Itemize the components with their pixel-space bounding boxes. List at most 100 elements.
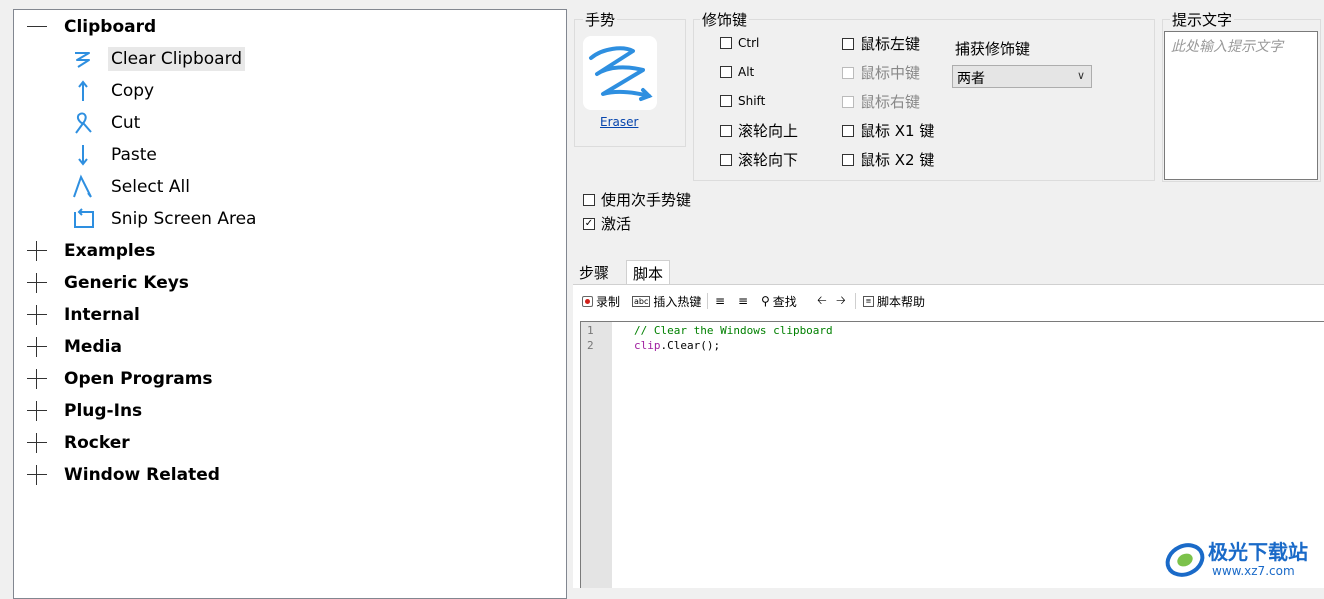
tree-category-label: Internal bbox=[64, 305, 140, 325]
gesture-preview[interactable] bbox=[583, 36, 657, 110]
tree-category-label: Examples bbox=[64, 241, 156, 261]
checkbox-icon bbox=[583, 193, 595, 206]
rectangle-gesture-icon bbox=[74, 208, 94, 228]
checkbox-shift[interactable]: Shift bbox=[720, 94, 765, 108]
indent-icon: ≡ bbox=[715, 294, 726, 308]
expand-icon[interactable] bbox=[26, 432, 48, 454]
checkbox-icon bbox=[720, 95, 732, 107]
keyboard-icon: abc bbox=[632, 295, 651, 307]
checkbox-label: Shift bbox=[738, 94, 766, 108]
checkbox-icon bbox=[842, 95, 854, 108]
expand-icon[interactable] bbox=[26, 240, 48, 262]
tree-item-label: Select All bbox=[111, 177, 190, 197]
hint-placeholder: 此处输入提示文字 bbox=[1171, 39, 1283, 55]
hint-group-title: 提示文字 bbox=[1170, 9, 1235, 30]
select-value: 两者 bbox=[957, 71, 985, 87]
checkbox-mouse-middle: 鼠标中键 bbox=[842, 62, 920, 83]
checkbox-ctrl[interactable]: Ctrl bbox=[720, 36, 759, 50]
checkbox-icon bbox=[720, 153, 732, 166]
code-line: clip.Clear(); bbox=[634, 339, 720, 352]
checkbox-label: 鼠标 X1 键 bbox=[860, 122, 935, 140]
arrow-left-icon: 🡠 bbox=[817, 292, 827, 307]
checkbox-icon bbox=[842, 153, 854, 166]
tree-item-label: Cut bbox=[111, 113, 141, 133]
checkbox-label: Ctrl bbox=[738, 36, 760, 50]
checkbox-label: 鼠标中键 bbox=[860, 64, 921, 82]
collapse-icon[interactable] bbox=[26, 16, 48, 38]
expand-icon[interactable] bbox=[26, 304, 48, 326]
toolbar-label: 插入热键 bbox=[653, 294, 702, 309]
arrow-right-icon: 🡢 bbox=[836, 292, 846, 307]
arrow-up-gesture-icon bbox=[78, 80, 88, 101]
script-help-button[interactable]: ≡ 脚本帮助 bbox=[863, 292, 925, 310]
checkbox-alt[interactable]: Alt bbox=[720, 65, 754, 79]
checkbox-label: 激活 bbox=[601, 215, 632, 233]
code-line: // Clear the Windows clipboard bbox=[634, 324, 833, 337]
tab-label: 脚本 bbox=[633, 265, 664, 283]
comment-lines-button[interactable]: ≡ bbox=[738, 292, 751, 310]
checkbox-secondary-gesture-button[interactable]: 使用次手势键 bbox=[583, 189, 691, 210]
expand-icon[interactable] bbox=[26, 464, 48, 486]
code-comment: // Clear the Windows clipboard bbox=[634, 324, 833, 337]
checkbox-label: 鼠标 X2 键 bbox=[860, 151, 935, 169]
expand-icon[interactable] bbox=[26, 272, 48, 294]
toolbar-label: 录制 bbox=[596, 294, 621, 309]
checkbox-icon bbox=[720, 66, 732, 78]
tab-script[interactable]: 脚本 bbox=[626, 260, 671, 285]
checkbox-activate[interactable]: ✓ 激活 bbox=[583, 213, 631, 234]
forward-button[interactable]: 🡢 bbox=[836, 292, 849, 310]
record-icon bbox=[582, 295, 593, 307]
tree-category-label: Window Related bbox=[64, 465, 220, 485]
checkbox-label: 滚轮向下 bbox=[738, 151, 799, 169]
expand-icon[interactable] bbox=[26, 336, 48, 358]
checkbox-label: Alt bbox=[738, 65, 755, 79]
checkbox-wheel-up[interactable]: 滚轮向上 bbox=[720, 120, 798, 141]
checkbox-label: 鼠标右键 bbox=[860, 93, 921, 111]
checkbox-wheel-down[interactable]: 滚轮向下 bbox=[720, 149, 798, 170]
watermark-url: www.xz7.com bbox=[1212, 564, 1295, 578]
back-button[interactable]: 🡠 bbox=[817, 292, 830, 310]
checkmark-icon: ✓ bbox=[583, 217, 595, 230]
gesture-group-title: 手势 bbox=[583, 9, 618, 30]
search-icon: ⚲ bbox=[761, 294, 770, 308]
toolbar-label: 脚本帮助 bbox=[877, 294, 926, 309]
tree-category-label: Media bbox=[64, 337, 122, 357]
toolbar-separator bbox=[707, 293, 708, 309]
toolbar-separator bbox=[855, 293, 856, 309]
loop-gesture-icon bbox=[75, 112, 92, 134]
line-number: 2 bbox=[587, 339, 594, 352]
checkbox-mouse-left[interactable]: 鼠标左键 bbox=[842, 33, 920, 54]
code-text: .Clear(); bbox=[660, 339, 721, 352]
tab-label: 步骤 bbox=[579, 264, 610, 282]
toolbar-label: 查找 bbox=[772, 294, 797, 309]
checkbox-icon bbox=[842, 124, 854, 137]
tab-steps[interactable]: 步骤 bbox=[573, 260, 615, 285]
record-button[interactable]: 录制 bbox=[582, 292, 620, 310]
capture-modifiers-select[interactable]: 两者 ∨ bbox=[952, 65, 1092, 88]
hint-text-input[interactable]: 此处输入提示文字 bbox=[1164, 31, 1318, 180]
checkbox-label: 使用次手势键 bbox=[601, 191, 692, 209]
caret-gesture-icon bbox=[73, 174, 92, 198]
expand-icon[interactable] bbox=[26, 368, 48, 390]
checkbox-mouse-x2[interactable]: 鼠标 X2 键 bbox=[842, 149, 934, 170]
tree-item-label: Clear Clipboard bbox=[108, 47, 246, 71]
expand-icon[interactable] bbox=[26, 400, 48, 422]
line-number-gutter: 1 2 bbox=[581, 322, 612, 588]
tree-item-label: Snip Screen Area bbox=[111, 209, 257, 229]
tree-category-label: Rocker bbox=[64, 433, 130, 453]
comment-lines-icon: ≡ bbox=[738, 294, 749, 308]
gesture-name-link[interactable]: Eraser bbox=[600, 115, 638, 129]
find-button[interactable]: ⚲ 查找 bbox=[761, 292, 797, 310]
modifiers-group-title: 修饰键 bbox=[700, 9, 750, 30]
checkbox-mouse-x1[interactable]: 鼠标 X1 键 bbox=[842, 120, 934, 141]
insert-hotkey-button[interactable]: abc 插入热键 bbox=[632, 292, 701, 310]
tree-category-label: Generic Keys bbox=[64, 273, 189, 293]
action-tree[interactable]: Clipboard Clear Clipboard Copy Cut Paste… bbox=[13, 9, 567, 599]
checkbox-label: 滚轮向上 bbox=[738, 122, 799, 140]
watermark-title: 极光下载站 bbox=[1208, 540, 1308, 564]
checkbox-label: 鼠标左键 bbox=[860, 35, 921, 53]
tree-item-label: Paste bbox=[111, 145, 157, 165]
checkbox-icon bbox=[720, 37, 732, 49]
help-book-icon: ≡ bbox=[863, 295, 874, 307]
indent-button[interactable]: ≡ bbox=[715, 292, 728, 310]
